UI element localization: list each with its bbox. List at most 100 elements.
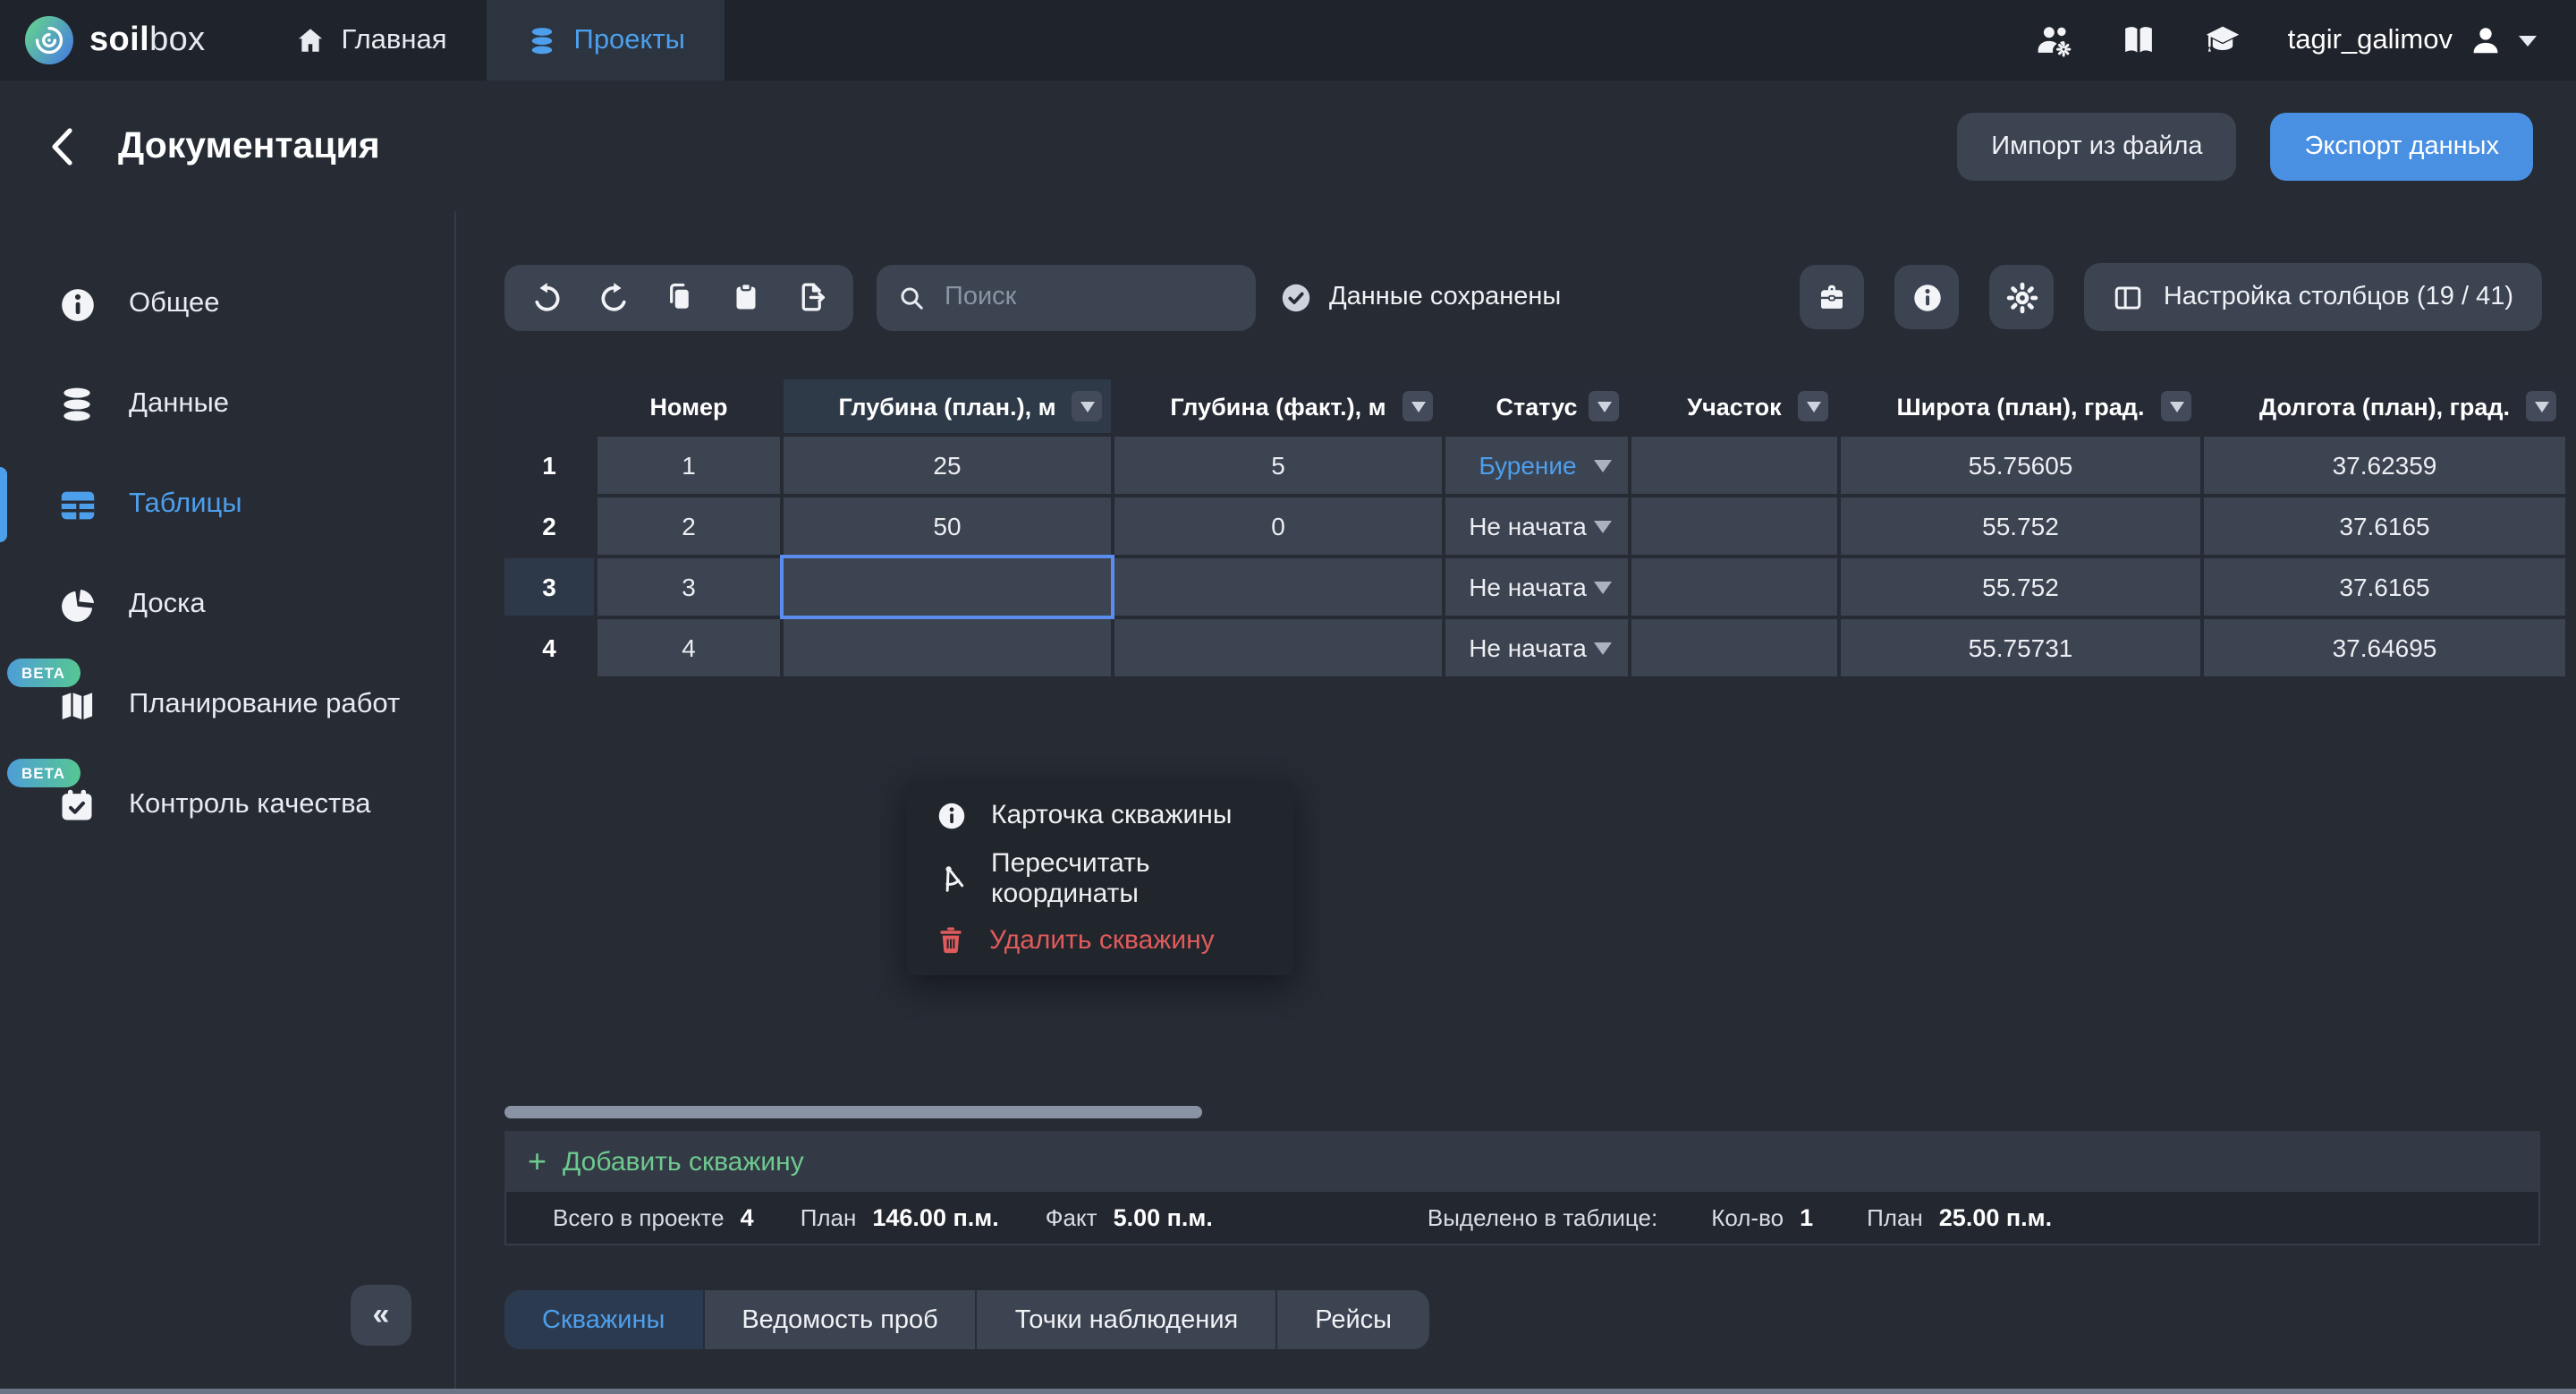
- beta-badge: BETA: [7, 659, 80, 687]
- soilbox-logo-icon: [25, 16, 73, 64]
- sidebar-item-data[interactable]: Данные: [0, 354, 454, 455]
- columns-settings-button[interactable]: Настройка столбцов (19 / 41): [2085, 263, 2542, 331]
- cell-number[interactable]: 2: [597, 497, 780, 555]
- graduation-cap-icon[interactable]: [2202, 21, 2243, 59]
- compass-icon: [936, 862, 968, 894]
- cell-depth-plan[interactable]: [784, 619, 1111, 676]
- pie-chart-icon: [55, 584, 98, 625]
- selected-cell-depth-plan[interactable]: [784, 558, 1111, 616]
- brand[interactable]: soilbox: [0, 0, 206, 81]
- book-icon[interactable]: [2120, 21, 2157, 59]
- sidebar-item-general[interactable]: Общее: [0, 254, 454, 354]
- cell-lon[interactable]: 37.6165: [2204, 497, 2565, 555]
- row-index[interactable]: 4: [504, 619, 594, 676]
- window-bottom-scrollbar[interactable]: [0, 1389, 2576, 1394]
- cell-lat[interactable]: 55.752: [1841, 558, 2200, 616]
- search-input[interactable]: [941, 281, 1234, 313]
- menu-item-delete-well[interactable]: Удалить скважину: [907, 909, 1293, 972]
- column-header-lat: Широта (план), град.: [1841, 379, 2200, 433]
- history-toolbar: [504, 264, 853, 330]
- export-file-icon[interactable]: [778, 264, 844, 330]
- cell-lon[interactable]: 37.62359: [2204, 437, 2565, 494]
- row-index[interactable]: 2: [504, 497, 594, 555]
- columns-icon: [2114, 282, 2144, 312]
- cell-lon[interactable]: 37.6165: [2204, 558, 2565, 616]
- table-toolbar: Данные сохранены: [504, 263, 2542, 331]
- tab-wells[interactable]: Скважины: [504, 1290, 702, 1349]
- cell-depth-fact[interactable]: [1114, 619, 1442, 676]
- cell-lon[interactable]: 37.64695: [2204, 619, 2565, 676]
- cell-depth-plan[interactable]: 25: [784, 437, 1111, 494]
- cell-depth-fact[interactable]: [1114, 558, 1442, 616]
- table-icon: [55, 484, 98, 525]
- cell-depth-fact[interactable]: 5: [1114, 437, 1442, 494]
- cell-depth-fact[interactable]: 0: [1114, 497, 1442, 555]
- cell-site[interactable]: [1631, 497, 1837, 555]
- tab-trips[interactable]: Рейсы: [1275, 1290, 1429, 1349]
- cell-lat[interactable]: 55.752: [1841, 497, 2200, 555]
- trash-icon: [936, 925, 966, 956]
- import-button[interactable]: Импорт из файла: [1957, 112, 2236, 180]
- row-index[interactable]: 3: [504, 558, 594, 616]
- column-header-depth-fact: Глубина (факт.), м: [1114, 379, 1442, 433]
- page-header: Документация Импорт из файла Экспорт дан…: [0, 81, 2576, 211]
- toolbox-icon[interactable]: [1801, 265, 1865, 329]
- cell-number[interactable]: 4: [597, 619, 780, 676]
- filter-icon[interactable]: [1589, 391, 1619, 421]
- tab-observation-points[interactable]: Точки наблюдения: [976, 1290, 1275, 1349]
- filter-icon[interactable]: [1402, 391, 1433, 421]
- add-well-button[interactable]: + Добавить скважину: [504, 1131, 2540, 1192]
- search-icon: [898, 284, 925, 310]
- plus-icon: +: [528, 1145, 547, 1177]
- filter-icon[interactable]: [2526, 391, 2556, 421]
- nav-tab-projects[interactable]: Проекты: [487, 0, 724, 81]
- sidebar-item-quality-control[interactable]: BETA Контроль качества: [0, 755, 454, 855]
- nav-tab-home[interactable]: Главная: [256, 0, 487, 81]
- top-navbar: soilbox Главная Проекты: [0, 0, 2576, 81]
- cell-site[interactable]: [1631, 558, 1837, 616]
- main-area: Данные сохранены: [456, 211, 2576, 1394]
- sidebar-item-tables[interactable]: Таблицы: [0, 455, 454, 555]
- column-header-lon: Долгота (план), град.: [2204, 379, 2565, 433]
- menu-item-recalculate-coordinates[interactable]: Пересчитать координаты: [907, 846, 1293, 909]
- menu-item-well-card[interactable]: Карточка скважины: [907, 784, 1293, 846]
- back-button[interactable]: [50, 126, 73, 166]
- cell-number[interactable]: 3: [597, 558, 780, 616]
- paste-icon[interactable]: [712, 264, 778, 330]
- user-menu[interactable]: tagir_galimov: [2288, 23, 2537, 57]
- cell-lat[interactable]: 55.75731: [1841, 619, 2200, 676]
- cell-depth-plan[interactable]: 50: [784, 497, 1111, 555]
- row-index[interactable]: 1: [504, 437, 594, 494]
- collapse-sidebar-button[interactable]: «: [351, 1285, 411, 1346]
- gear-icon[interactable]: [1990, 265, 2055, 329]
- sidebar-item-board[interactable]: Доска: [0, 555, 454, 655]
- users-gear-icon[interactable]: [2034, 21, 2075, 59]
- summary-bar: Всего в проекте4 План146.00 п.м. Факт5.0…: [504, 1192, 2540, 1245]
- sidebar-item-work-planning[interactable]: BETA Планирование работ: [0, 655, 454, 755]
- redo-icon[interactable]: [580, 264, 646, 330]
- tab-samples[interactable]: Ведомость проб: [702, 1290, 975, 1349]
- filter-icon[interactable]: [1072, 391, 1102, 421]
- undo-icon[interactable]: [513, 264, 580, 330]
- filter-icon[interactable]: [1798, 391, 1828, 421]
- cell-number[interactable]: 1: [597, 437, 780, 494]
- column-header-number: Номер: [597, 379, 780, 433]
- cell-status-dropdown[interactable]: Не начата: [1445, 558, 1628, 616]
- cell-lat[interactable]: 55.75605: [1841, 437, 2200, 494]
- cell-site[interactable]: [1631, 437, 1837, 494]
- info-button-icon[interactable]: [1895, 265, 1960, 329]
- cell-status-dropdown[interactable]: Бурение: [1445, 437, 1628, 494]
- cell-status-dropdown[interactable]: Не начата: [1445, 497, 1628, 555]
- chevron-down-icon: [1594, 459, 1612, 472]
- export-button[interactable]: Экспорт данных: [2271, 112, 2533, 180]
- selected-count-value: 1: [1800, 1204, 1813, 1231]
- app-window: soilbox Главная Проекты: [0, 0, 2576, 1394]
- brand-name: soilbox: [89, 21, 206, 60]
- database-icon: [526, 24, 558, 56]
- cell-status-dropdown[interactable]: Не начата: [1445, 619, 1628, 676]
- horizontal-scrollbar[interactable]: [504, 1106, 1202, 1118]
- info-icon: [55, 284, 98, 325]
- cell-site[interactable]: [1631, 619, 1837, 676]
- filter-icon[interactable]: [2161, 391, 2191, 421]
- copy-icon[interactable]: [646, 264, 712, 330]
